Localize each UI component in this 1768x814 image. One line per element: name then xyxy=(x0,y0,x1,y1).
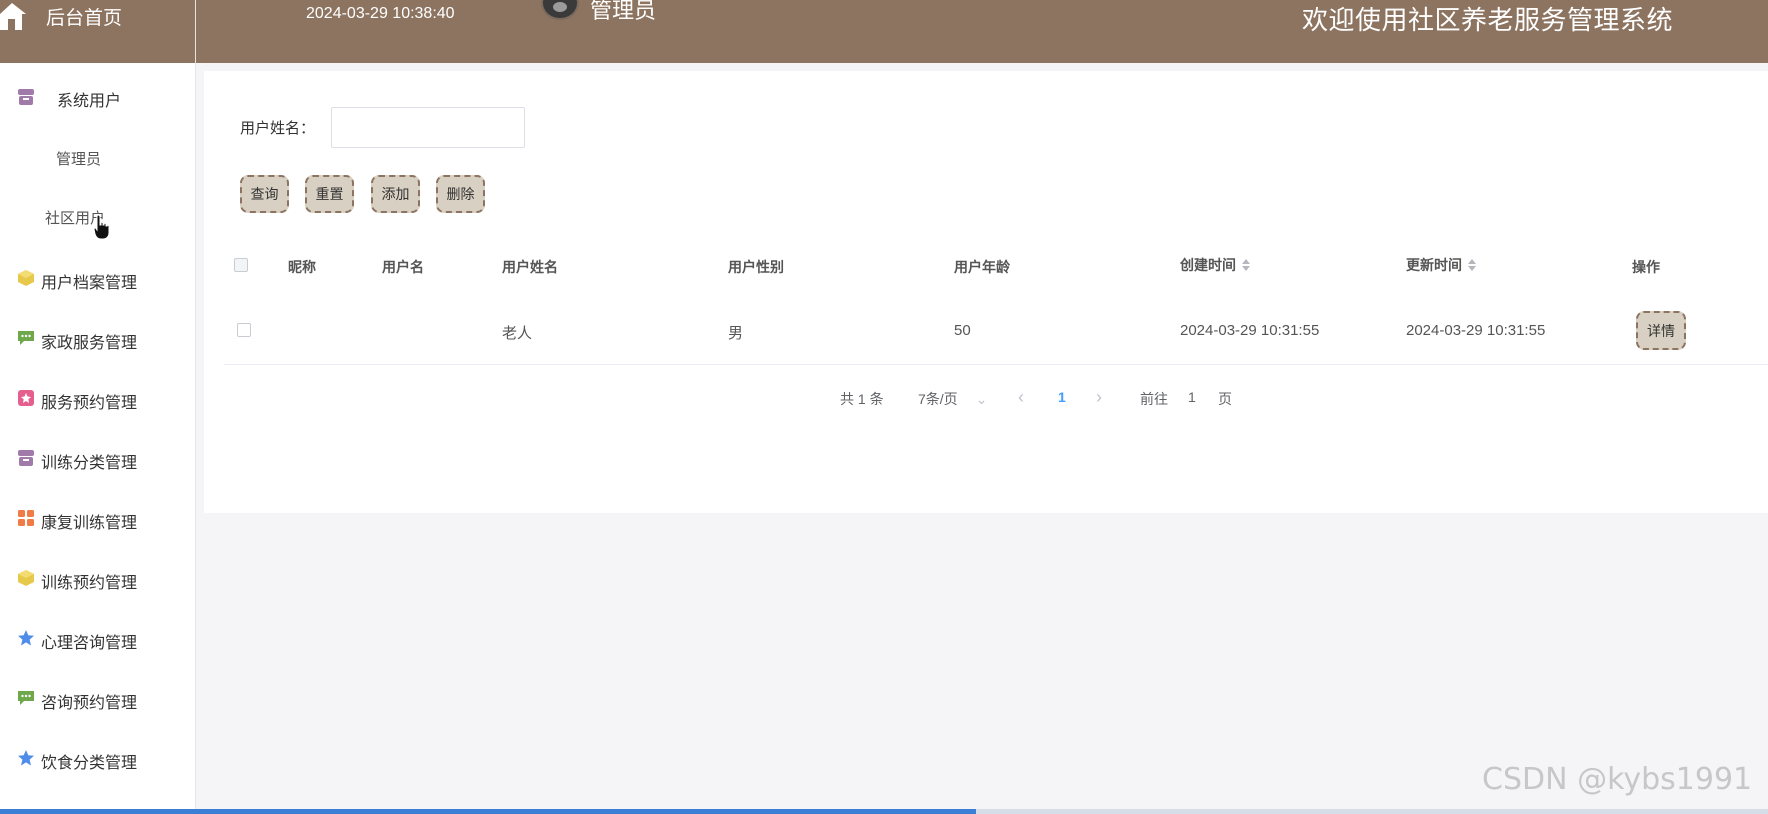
taskbar-strip-highlight xyxy=(0,809,976,814)
grid-icon xyxy=(18,510,34,526)
sidebar-item-training-category[interactable]: 训练分类管理 xyxy=(0,439,196,479)
query-button[interactable]: 查询 xyxy=(240,175,289,213)
add-button[interactable]: 添加 xyxy=(371,175,420,213)
taskbar-strip xyxy=(0,809,1768,814)
cell-realname: 老人 xyxy=(502,325,533,342)
gift-icon xyxy=(18,390,34,406)
user-name: 管理员 xyxy=(590,0,657,23)
sidebar-item-label: 心理咨询管理 xyxy=(41,635,138,652)
select-all-checkbox[interactable] xyxy=(234,258,248,272)
column-header: 用户年龄 xyxy=(954,259,1010,275)
sidebar-item-label: 训练分类管理 xyxy=(41,455,138,472)
search-label: 用户姓名： xyxy=(240,120,316,137)
home-link[interactable]: 后台首页 xyxy=(0,0,196,63)
sidebar-item-rehab-training[interactable]: 康复训练管理 xyxy=(0,499,196,539)
sidebar-item-housekeeping[interactable]: 家政服务管理 xyxy=(0,319,196,359)
cell-updated: 2024-03-29 10:31:55 xyxy=(1406,322,1546,339)
sidebar-item-diet-category[interactable]: 饮食分类管理 xyxy=(0,739,196,779)
sidebar-item-label: 康复训练管理 xyxy=(41,515,138,532)
star-icon xyxy=(18,630,34,646)
sidebar-item-label: 咨询预约管理 xyxy=(41,695,138,712)
page-suffix: 页 xyxy=(1218,391,1232,407)
sidebar-item-label: 家政服务管理 xyxy=(41,335,138,352)
pagination-total: 共 1 条 xyxy=(840,391,884,407)
reset-button[interactable]: 重置 xyxy=(305,175,354,213)
sidebar-item-consult-booking[interactable]: 咨询预约管理 xyxy=(0,679,196,719)
sidebar-item-label: 系统用户 xyxy=(57,93,122,110)
column-header: 操作 xyxy=(1632,259,1660,275)
sidebar-item-label: 训练预约管理 xyxy=(41,575,138,592)
column-header: 昵称 xyxy=(288,259,316,275)
cell-gender: 男 xyxy=(728,325,744,342)
page-number-current[interactable]: 1 xyxy=(1058,389,1066,405)
page-size-value: 7条/页 xyxy=(918,391,958,407)
delete-button[interactable]: 删除 xyxy=(436,175,485,213)
column-header: 用户姓名 xyxy=(502,259,558,275)
sidebar-item-system-users[interactable]: 系统用户 xyxy=(0,77,196,117)
home-label: 后台首页 xyxy=(46,8,123,29)
archive-icon xyxy=(18,450,34,466)
detail-button[interactable]: 详情 xyxy=(1636,311,1686,350)
chevron-down-icon: ⌄ xyxy=(975,391,988,407)
column-header-sortable[interactable]: 更新时间 xyxy=(1406,255,1476,275)
goto-label: 前往 xyxy=(1140,391,1168,407)
sidebar-subitem-admin[interactable]: 管理员 xyxy=(0,138,196,178)
prev-page-icon[interactable]: ‹ xyxy=(1018,387,1024,408)
sort-icon[interactable] xyxy=(1468,259,1476,271)
page-size-select[interactable]: 7条/页 ⌄ xyxy=(918,389,987,409)
sidebar-item-label: 用户档案管理 xyxy=(41,275,138,292)
username-search-input[interactable] xyxy=(331,107,525,148)
next-page-icon[interactable]: › xyxy=(1096,387,1102,408)
column-header-sortable[interactable]: 创建时间 xyxy=(1180,255,1250,275)
star-icon xyxy=(18,750,34,766)
sidebar-item-psych-consult[interactable]: 心理咨询管理 xyxy=(0,619,196,659)
column-header-label: 更新时间 xyxy=(1406,257,1462,273)
goto-page-input[interactable]: 1 xyxy=(1188,389,1196,405)
sidebar-item-label: 饮食分类管理 xyxy=(41,755,138,772)
home-icon xyxy=(0,3,26,30)
row-checkbox[interactable] xyxy=(237,323,251,337)
sidebar-item-user-archive[interactable]: 用户档案管理 xyxy=(0,259,196,299)
avatar[interactable] xyxy=(541,0,579,20)
sidebar: 系统用户 管理员 社区用户 用户档案管理 家政服务管理 服务预约管理 训练分类管… xyxy=(0,63,196,814)
app-root: 后台首页 2024-03-29 10:38:40 管理员 欢迎使用社区养老服务管… xyxy=(0,0,1768,814)
archive-icon xyxy=(18,89,34,105)
cube-icon xyxy=(18,570,34,586)
column-header: 用户性别 xyxy=(728,259,784,275)
chat-icon xyxy=(18,331,34,345)
row-divider xyxy=(224,364,1768,365)
sidebar-item-service-booking[interactable]: 服务预约管理 xyxy=(0,379,196,419)
sidebar-item-training-booking[interactable]: 训练预约管理 xyxy=(0,559,196,599)
cell-created: 2024-03-29 10:31:55 xyxy=(1180,322,1320,339)
hand-cursor-icon xyxy=(93,214,110,240)
current-datetime: 2024-03-29 10:38:40 xyxy=(306,5,455,22)
column-header-label: 创建时间 xyxy=(1180,257,1236,273)
column-header: 用户名 xyxy=(382,259,424,275)
sort-icon[interactable] xyxy=(1242,259,1250,271)
submenu-label: 管理员 xyxy=(56,151,102,168)
sidebar-item-label: 服务预约管理 xyxy=(41,395,138,412)
cell-age: 50 xyxy=(954,322,971,339)
main-panel: 用户姓名： 查询 重置 添加 删除 昵称 用户名 用户姓名 用户性别 用户年龄 … xyxy=(204,71,1768,513)
cube-icon xyxy=(18,270,34,286)
chat-icon xyxy=(18,691,34,705)
watermark: CSDN @kybs1991 xyxy=(1482,762,1753,797)
site-title: 欢迎使用社区养老服务管理系统 xyxy=(1302,5,1674,35)
top-header: 后台首页 2024-03-29 10:38:40 管理员 欢迎使用社区养老服务管… xyxy=(0,0,1768,63)
